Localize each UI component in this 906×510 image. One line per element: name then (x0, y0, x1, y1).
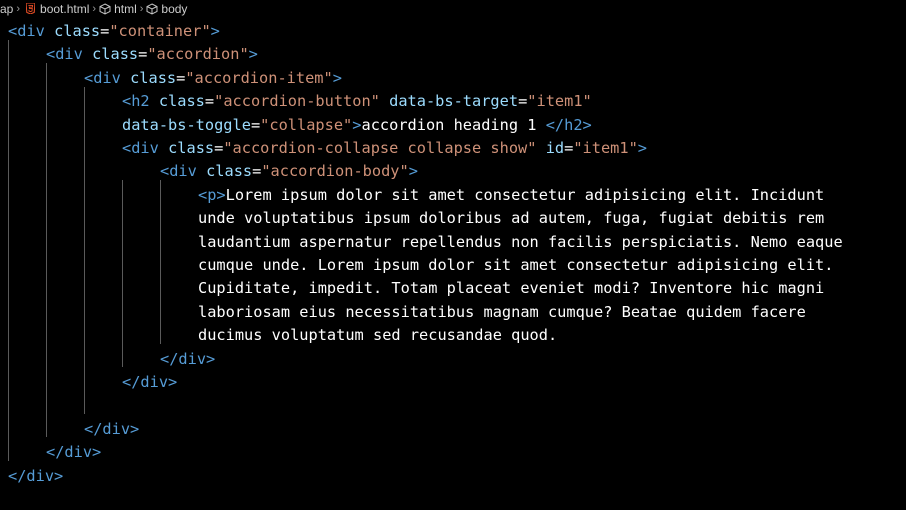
breadcrumb-item-html[interactable]: html (99, 2, 137, 16)
code-token-attr: class (54, 22, 101, 40)
code-line[interactable]: </div> (84, 418, 139, 441)
code-token-txt: = (176, 68, 186, 87)
breadcrumb-item-body[interactable]: body (146, 2, 187, 16)
code-token-str: "accordion-item" (185, 68, 333, 87)
html5-icon (26, 3, 36, 14)
code-token-tag: </div> (122, 373, 178, 391)
breadcrumb-label: boot.html (40, 1, 90, 16)
chevron-right-icon: › (16, 2, 21, 15)
code-token-attr: class (92, 45, 139, 64)
code-token-attr: class (168, 139, 215, 157)
code-token-attr: class (130, 68, 177, 87)
code-line[interactable]: data-bs-toggle="collapse">accordion head… (122, 114, 592, 137)
code-token-tag: <h2 (122, 92, 159, 111)
code-editor-window: ap › boot.html › html › body <div class=… (0, 0, 906, 510)
breadcrumb: ap › boot.html › html › body (0, 0, 906, 17)
code-token-txt: Cupiditate, impedit. Totam placeat eveni… (198, 279, 825, 298)
code-token-attr: data-bs-toggle (122, 115, 251, 134)
code-token-tag: > (332, 68, 342, 87)
code-area[interactable]: <div class="container"> <div class="accor… (0, 17, 906, 510)
code-line[interactable]: <h2 class="accordion-button" data-bs-tar… (122, 90, 592, 113)
code-line[interactable]: laudantium aspernatur repellendus non fa… (198, 231, 843, 254)
code-token-tag: > (248, 45, 258, 64)
code-token-str: "item1" (573, 139, 638, 157)
code-token-attr: data-bs-target (389, 92, 519, 111)
indent-guide (122, 180, 123, 367)
code-line[interactable]: </div> (122, 371, 177, 394)
code-token-str: "accordion" (147, 45, 249, 64)
code-token-tag: <div (122, 139, 169, 157)
code-line[interactable]: ducimus voluptatum sed recusandae quod. (198, 324, 557, 347)
code-token-txt: laboriosam eius necessitatibus magnam cu… (198, 302, 806, 321)
code-token-txt: = (252, 162, 262, 181)
code-token-tag: </div> (8, 466, 64, 485)
code-token-txt: ducimus voluptatum sed recusandae quod. (198, 326, 558, 345)
code-token-str: "accordion-body" (261, 162, 409, 181)
breadcrumb-label: ap (0, 1, 14, 16)
cube-icon (99, 2, 111, 15)
code-token-tag: <div (8, 22, 55, 40)
code-line[interactable]: cumque unde. Lorem ipsum dolor sit amet … (198, 254, 833, 277)
code-token-attr: id (545, 139, 565, 157)
code-token-tag: > (408, 162, 418, 181)
cube-icon (146, 2, 158, 15)
code-line[interactable]: <div class="accordion-body"> (160, 160, 418, 183)
code-line[interactable]: </div> (160, 348, 215, 371)
code-line[interactable]: Cupiditate, impedit. Totam placeat eveni… (198, 277, 824, 300)
chevron-right-icon: › (139, 2, 144, 15)
indent-guide (8, 40, 9, 461)
code-token-tag: </div> (46, 443, 102, 462)
code-line[interactable]: <div class="accordion-collapse collapse … (122, 137, 647, 160)
code-token-tag: <div (46, 45, 93, 64)
breadcrumb-item-folder[interactable]: ap (0, 2, 13, 16)
code-token-txt: Lorem ipsum dolor sit amet consectetur a… (225, 185, 825, 204)
code-token-tag: </h2> (545, 115, 592, 134)
code-token-txt: cumque unde. Lorem ipsum dolor sit amet … (198, 256, 834, 274)
code-token-txt: accordion heading 1 (361, 115, 546, 134)
code-token-tag: </div> (84, 419, 140, 438)
code-token-str: "container" (109, 22, 211, 40)
code-token-str: "collapse" (260, 115, 353, 134)
code-token-tag: <div (84, 68, 131, 87)
code-token-txt: = (250, 115, 261, 134)
code-line[interactable]: unde voluptatibus ipsum doloribus ad aut… (198, 207, 824, 230)
code-line[interactable]: <div class="container"> (8, 20, 220, 43)
code-token-txt: = (204, 92, 215, 111)
indent-guide (84, 87, 85, 414)
code-token-tag: > (210, 22, 220, 40)
code-line[interactable]: <p>Lorem ipsum dolor sit amet consectetu… (198, 184, 824, 207)
code-token-tag: <p> (198, 185, 226, 204)
code-token-txt: = (100, 22, 110, 40)
code-token-txt: unde voluptatibus ipsum doloribus ad aut… (198, 209, 825, 228)
code-token-txt: laudantium aspernatur repellendus non fa… (198, 232, 843, 251)
code-token-str: "accordion-button" (214, 92, 380, 111)
code-line[interactable]: </div> (46, 441, 101, 464)
breadcrumb-label: html (114, 1, 137, 16)
code-token-txt: = (214, 139, 224, 157)
code-token-txt: = (564, 139, 574, 157)
breadcrumb-item-file[interactable]: boot.html (26, 2, 89, 16)
indent-guide (160, 180, 161, 344)
code-token-attr: class (206, 162, 253, 181)
chevron-right-icon: › (92, 2, 97, 15)
indent-guide (46, 63, 47, 437)
code-line[interactable]: <div class="accordion"> (46, 43, 258, 66)
code-line[interactable]: <div class="accordion-item"> (84, 67, 342, 90)
code-line[interactable]: </div> (8, 465, 63, 488)
code-token-str: "item1" (527, 92, 592, 111)
code-token-txt: = (138, 45, 148, 64)
code-token-tag: <div (160, 162, 207, 181)
breadcrumb-label: body (161, 1, 188, 16)
code-token-txt: = (518, 92, 528, 111)
code-token-str: "accordion-collapse collapse show" (223, 139, 537, 157)
code-token-tag: > (637, 139, 648, 157)
code-token-tag: </div> (160, 349, 216, 368)
code-line[interactable]: laboriosam eius necessitatibus magnam cu… (198, 301, 806, 324)
code-token-attr: class (158, 92, 205, 111)
